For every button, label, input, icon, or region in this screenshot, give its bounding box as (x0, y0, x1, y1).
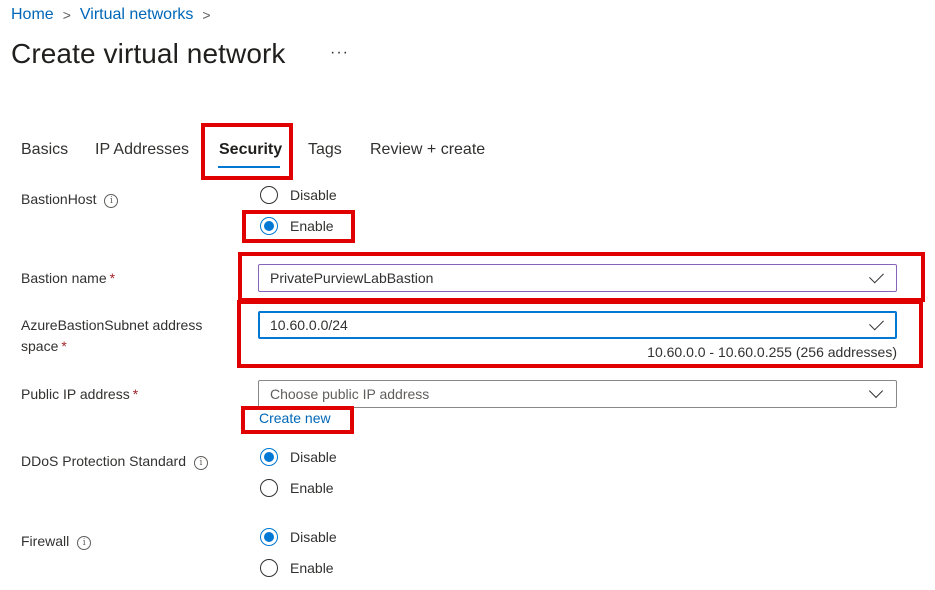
chevron-down-icon (868, 383, 884, 399)
chevron-right-icon: > (202, 7, 211, 23)
breadcrumb: Home > Virtual networks > (11, 6, 220, 24)
public-ip-label: Public IP address * (21, 386, 139, 402)
page-title: Create virtual network (11, 38, 286, 69)
tab-basics[interactable]: Basics (21, 141, 68, 159)
required-marker: * (109, 270, 116, 286)
bastion-host-disable-radio[interactable]: Disable (260, 186, 337, 204)
radio-circle-icon (260, 559, 278, 577)
tab-ip-addresses[interactable]: IP Addresses (95, 141, 189, 159)
ddos-enable-radio[interactable]: Enable (260, 479, 334, 497)
highlight-bastion-name (238, 252, 925, 302)
chevron-right-icon: > (62, 7, 71, 23)
tab-review-create[interactable]: Review + create (370, 141, 485, 159)
highlight-enable-radio (242, 210, 355, 243)
more-options-icon[interactable]: ··· (330, 44, 349, 62)
breadcrumb-home-link[interactable]: Home (11, 6, 54, 24)
tab-tags[interactable]: Tags (308, 141, 342, 159)
info-icon[interactable]: i (193, 456, 208, 470)
highlight-security-tab (201, 123, 293, 180)
firewall-disable-radio[interactable]: Disable (260, 528, 337, 546)
ddos-disable-radio[interactable]: Disable (260, 448, 337, 466)
subnet-address-space-label: AzureBastionSubnet address space * (21, 317, 203, 354)
radio-selected-icon (260, 528, 278, 546)
bastion-name-label: Bastion name * (21, 270, 116, 286)
highlight-create-new (241, 406, 354, 434)
firewall-enable-radio[interactable]: Enable (260, 559, 334, 577)
required-marker: * (61, 338, 67, 354)
ddos-label: DDoS Protection Standard i (21, 451, 208, 472)
radio-circle-icon (260, 479, 278, 497)
bastion-host-label: BastionHost i (21, 189, 119, 210)
radio-selected-icon (260, 448, 278, 466)
info-icon[interactable]: i (77, 536, 92, 550)
required-marker: * (132, 386, 139, 402)
breadcrumb-virtual-networks-link[interactable]: Virtual networks (80, 6, 194, 24)
highlight-subnet-address-space (237, 300, 923, 368)
info-icon[interactable]: i (104, 194, 119, 208)
public-ip-dropdown[interactable]: Choose public IP address (258, 380, 897, 408)
firewall-label: Firewall i (21, 531, 92, 552)
radio-circle-icon (260, 186, 278, 204)
